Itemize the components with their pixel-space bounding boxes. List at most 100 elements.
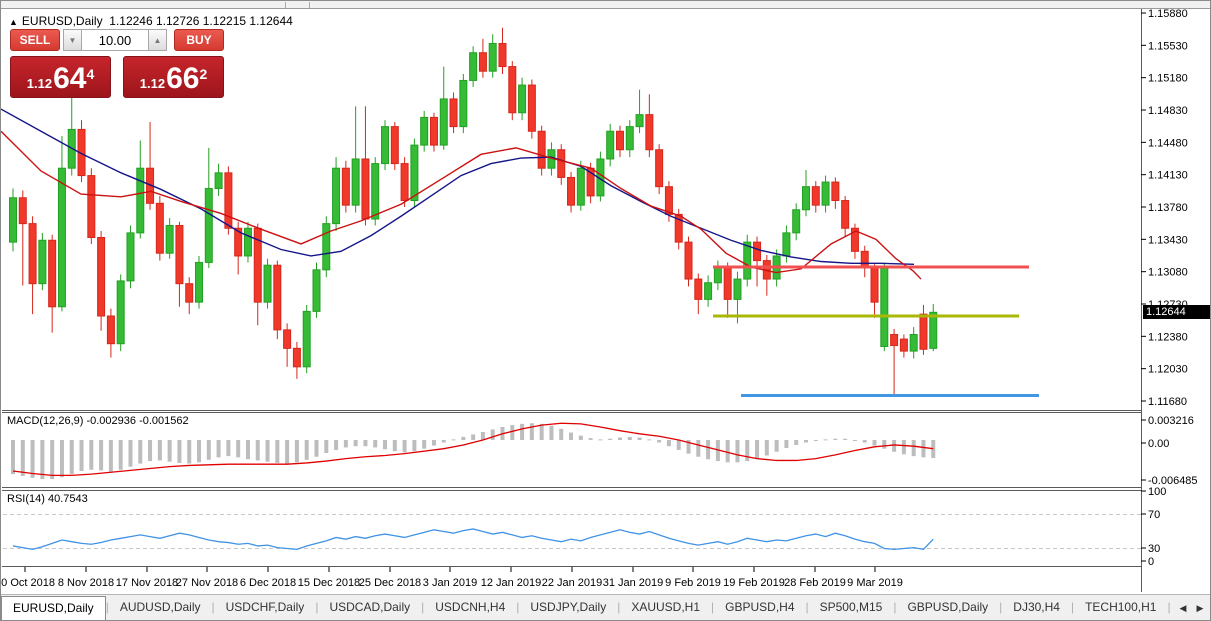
candle-body — [685, 242, 692, 279]
chart-tab-ukc[interactable]: UKC — [1171, 595, 1173, 621]
price-axis-label: 1.14130 — [1148, 170, 1188, 182]
macd-histogram-bar — [882, 440, 886, 449]
price-axis-label: 1.15880 — [1148, 8, 1188, 20]
candle-body — [391, 127, 398, 164]
candle-body — [636, 115, 643, 127]
macd-histogram-bar — [853, 440, 857, 441]
price-axis-label: 1.15180 — [1148, 73, 1188, 85]
candle-body — [166, 225, 173, 253]
macd-histogram-bar — [843, 439, 847, 440]
macd-histogram-bar — [618, 438, 622, 440]
rsi-indicator-label: RSI(14) 40.7543 — [7, 493, 88, 505]
buy-button[interactable]: BUY — [174, 29, 224, 51]
chart-tab-usdchf-daily[interactable]: USDCHF,Daily — [215, 595, 316, 621]
macd-histogram-bar — [814, 440, 818, 441]
volume-input[interactable]: 10.00 — [82, 29, 148, 51]
macd-histogram-bar — [168, 440, 172, 462]
chart-ohlc-values: 1.12246 1.12726 1.12215 1.12644 — [109, 14, 293, 28]
candle-body — [29, 224, 36, 284]
macd-histogram-bar — [148, 440, 152, 461]
macd-histogram-bar — [99, 440, 103, 470]
tabs-scroll-right-button[interactable]: ▶ — [1193, 601, 1207, 615]
chart-tab-tech100-h1[interactable]: TECH100,H1 — [1074, 595, 1167, 621]
candle-body — [861, 251, 868, 268]
macd-histogram-bar — [912, 440, 916, 456]
macd-histogram-bar — [579, 436, 583, 440]
date-axis-label: 19 Feb 2019 — [723, 577, 785, 589]
candle-body — [196, 262, 203, 302]
macd-histogram-bar — [21, 440, 25, 476]
volume-decrease-button[interactable]: ▼ — [63, 29, 82, 51]
sell-price-box[interactable]: 1.12644 — [10, 56, 111, 98]
candle-body — [274, 265, 281, 330]
macd-histogram-bar — [461, 437, 465, 440]
macd-histogram-bar — [510, 425, 514, 440]
macd-histogram-bar — [540, 424, 544, 440]
macd-histogram-bar — [256, 440, 260, 460]
tabs-scroll-left-button[interactable]: ◀ — [1176, 601, 1190, 615]
macd-histogram-bar — [236, 440, 240, 457]
buy-price-prefix: 1.12 — [140, 75, 165, 93]
candle-body — [714, 268, 721, 283]
candle-body — [470, 53, 477, 81]
chart-ohlc-header: ▲EURUSD,Daily 1.12246 1.12726 1.12215 1.… — [9, 14, 293, 28]
chart-tab-usdjpy-daily[interactable]: USDJPY,Daily — [519, 595, 617, 621]
chart-tab-gbpusd-daily[interactable]: GBPUSD,Daily — [896, 595, 999, 621]
volume-increase-button[interactable]: ▲ — [148, 29, 167, 51]
macd-histogram-bar — [217, 440, 221, 457]
candle-body — [430, 117, 437, 145]
macd-histogram-bar — [266, 440, 270, 462]
macd-histogram-bar — [559, 429, 563, 440]
macd-histogram-bar — [667, 440, 671, 446]
macd-histogram-bar — [833, 439, 837, 440]
macd-histogram-bar — [598, 439, 602, 440]
date-axis-label: 22 Jan 2019 — [542, 577, 603, 589]
macd-histogram-bar — [628, 437, 632, 440]
price-axis-label: 1.15530 — [1148, 40, 1188, 52]
candle-body — [362, 159, 369, 219]
chart-tab-audusd-daily[interactable]: AUDUSD,Daily — [109, 595, 212, 621]
sell-button[interactable]: SELL — [10, 29, 60, 51]
macd-histogram-bar — [422, 440, 426, 449]
chart-tab-xauusd-h1[interactable]: XAUUSD,H1 — [620, 595, 711, 621]
chart-tab-eurusd-daily[interactable]: EURUSD,Daily — [1, 596, 106, 621]
macd-histogram-bar — [207, 440, 211, 460]
chart-tab-gbpusd-h4[interactable]: GBPUSD,H4 — [714, 595, 805, 621]
macd-histogram-bar — [119, 440, 123, 470]
buy-price-box[interactable]: 1.12662 — [123, 56, 224, 98]
candle-body — [401, 164, 408, 201]
macd-histogram-bar — [128, 440, 132, 467]
macd-histogram-bar — [589, 438, 593, 440]
macd-histogram-bar — [765, 440, 769, 456]
chart-tab-usdcnh-h4[interactable]: USDCNH,H4 — [424, 595, 516, 621]
macd-histogram-bar — [735, 440, 739, 462]
candle-body — [293, 348, 300, 366]
candle-body — [871, 268, 878, 302]
chart-tab-usdcad-daily[interactable]: USDCAD,Daily — [318, 595, 421, 621]
macd-histogram-bar — [873, 440, 877, 446]
candle-body — [107, 316, 114, 344]
candle-body — [577, 168, 584, 205]
macd-histogram-bar — [520, 424, 524, 440]
price-axis-label: 1.14480 — [1148, 137, 1188, 149]
trading-terminal-window: 1.158801.155301.151801.148301.144801.141… — [0, 0, 1211, 621]
sell-price-main: 64 — [53, 65, 86, 93]
date-axis-label: 3 Jan 2019 — [423, 577, 477, 589]
candle-body — [832, 182, 839, 200]
candle-body — [176, 225, 183, 283]
macd-histogram-bar — [31, 440, 35, 478]
chart-tab-sp500-m15[interactable]: SP500,M15 — [809, 595, 894, 621]
candle-body — [891, 334, 898, 345]
macd-histogram-bar — [892, 440, 896, 452]
macd-histogram-bar — [295, 440, 299, 462]
candle-body — [39, 240, 46, 283]
chart-tab-dj30-h4[interactable]: DJ30,H4 — [1002, 595, 1071, 621]
macd-indicator-label: MACD(12,26,9) -0.002936 -0.001562 — [7, 415, 189, 427]
date-axis-label: 8 Nov 2018 — [58, 577, 114, 589]
candle-body — [568, 177, 575, 205]
macd-histogram-bar — [158, 440, 162, 460]
candle-body — [528, 85, 535, 131]
chart-tab-bar: EURUSD,Daily|AUDUSD,Daily|USDCHF,Daily|U… — [1, 594, 1211, 620]
macd-histogram-bar — [373, 440, 377, 447]
macd-histogram-bar — [657, 440, 661, 442]
